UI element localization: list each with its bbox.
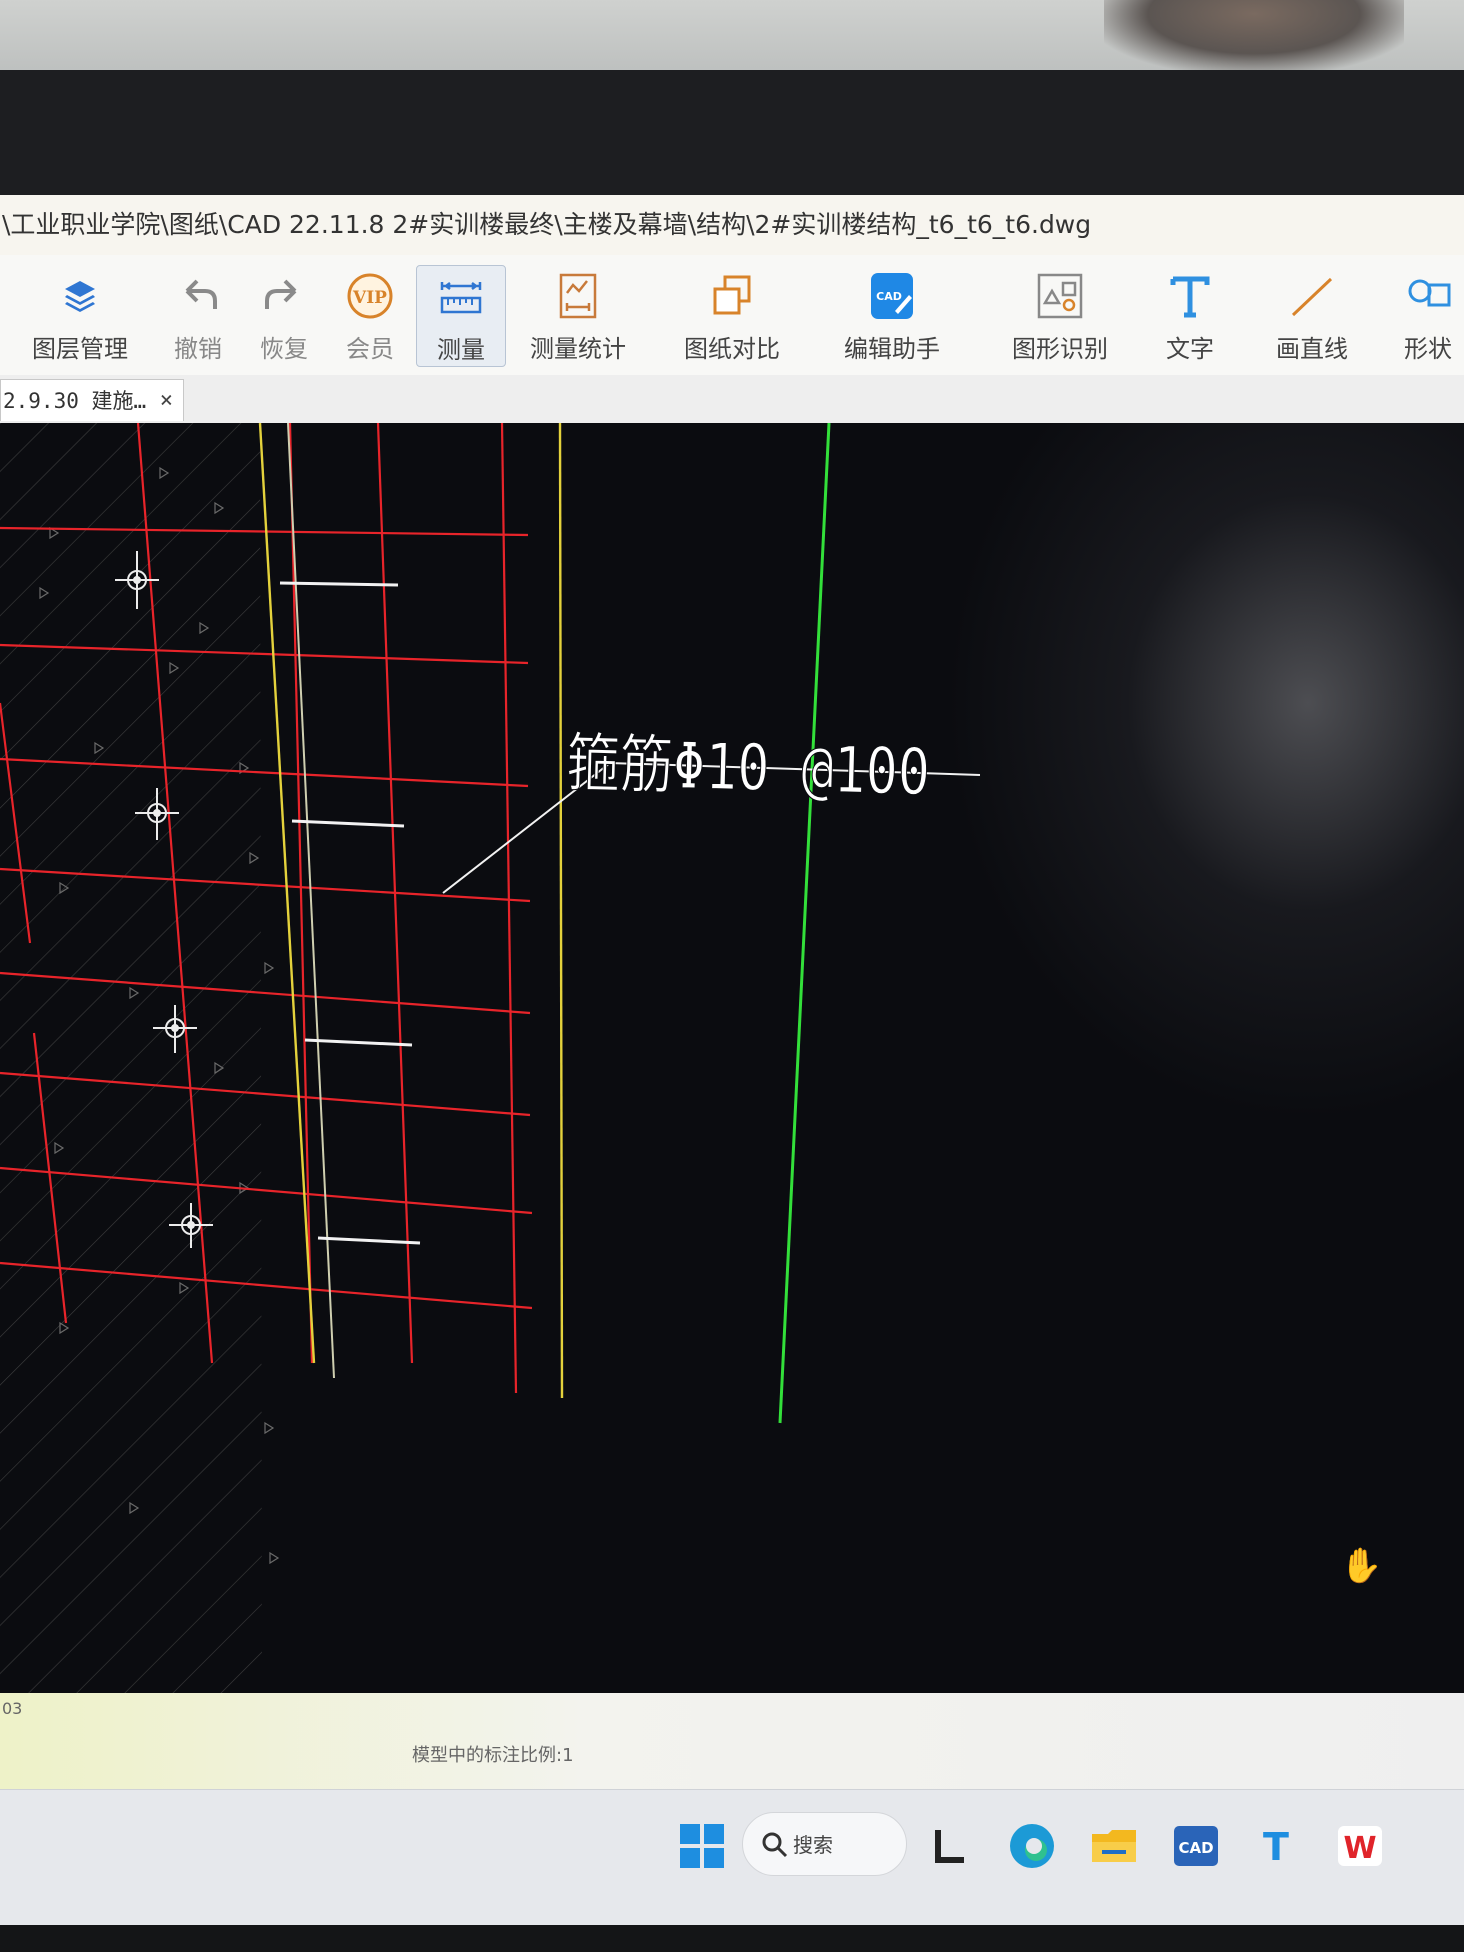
layer-manager-button[interactable]: 图层管理 (32, 265, 128, 365)
toolbar-label: 形状 (1404, 335, 1452, 363)
toolbar-label: 图形识别 (1012, 335, 1108, 363)
measure-button[interactable]: 测量 (416, 265, 506, 367)
desk-surface (0, 1925, 1464, 1952)
toolbar-label: 会员 (346, 335, 394, 363)
cad-app-icon[interactable]: CAD (1170, 1820, 1222, 1872)
toolbar-label: 恢复 (260, 335, 308, 363)
svg-text:T: T (1263, 1825, 1289, 1869)
edit-assistant-icon: CAD (871, 273, 913, 319)
annotation-scale-text: 模型中的标注比例:1 (412, 1745, 574, 1766)
text-app-icon[interactable]: T (1250, 1820, 1302, 1872)
drawing-svg: 箍筋Φ10 @100 (0, 423, 981, 1693)
toolbar-label: 编辑助手 (844, 335, 940, 363)
shape-recognition-button[interactable]: 图形识别 (1010, 265, 1110, 365)
status-coordinate: 03 (2, 1699, 23, 1718)
search-icon (762, 1832, 788, 1858)
text-button[interactable]: 文字 (1146, 265, 1234, 365)
drawing-canvas[interactable]: 箍筋Φ10 @100 ✋ (0, 423, 1464, 1693)
undo-button[interactable]: 撤销 (154, 265, 242, 365)
shape-button[interactable]: 形状 (1384, 265, 1464, 365)
toolbar-label: 画直线 (1276, 335, 1348, 363)
edit-assistant-button[interactable]: CAD 编辑助手 (842, 265, 942, 365)
measure-stats-button[interactable]: 测量统计 (528, 265, 628, 365)
toolbar-label: 文字 (1166, 335, 1214, 363)
redo-icon (265, 279, 297, 309)
shape-recognition-icon (1037, 273, 1083, 319)
status-bar: 03 模型中的标注比例:1 (0, 1693, 1464, 1789)
redo-button[interactable]: 恢复 (240, 265, 328, 365)
hatch-area (0, 423, 262, 1693)
toolbar-label: 图层管理 (32, 335, 128, 363)
windows-taskbar: 搜索 CAD T W (0, 1789, 1464, 1925)
shape-icon (1408, 279, 1451, 307)
toolbar-label: 图纸对比 (684, 335, 780, 363)
window-title: \工业职业学院\图纸\CAD 22.11.8 2#实训楼最终\主楼及幕墙\结构\… (0, 195, 1464, 255)
vip-icon: VIP (347, 273, 393, 319)
background-person (1104, 0, 1404, 70)
task-view-icon[interactable] (924, 1820, 976, 1872)
document-tab-bar: 2.9.30 建施… × (0, 375, 1464, 424)
compare-icon (713, 275, 751, 315)
svg-text:W: W (1343, 1831, 1376, 1866)
measure-icon (440, 282, 482, 314)
svg-text:CAD: CAD (876, 290, 902, 303)
document-tab[interactable]: 2.9.30 建施… × (0, 379, 184, 421)
svg-text:CAD: CAD (1178, 1839, 1213, 1857)
toolbar: 图层管理 撤销 恢复 VIP 会员 测量 测量统计 图纸对比 CAD 编辑助手 … (0, 255, 1464, 375)
close-icon[interactable]: × (160, 380, 173, 422)
draw-line-button[interactable]: 画直线 (1262, 265, 1362, 365)
edge-icon[interactable] (1006, 1820, 1058, 1872)
cad-window: \工业职业学院\图纸\CAD 22.11.8 2#实训楼最终\主楼及幕墙\结构\… (0, 195, 1464, 1925)
measure-stats-icon (559, 273, 597, 319)
taskbar-search-box[interactable]: 搜索 (742, 1812, 907, 1876)
windows-start-icon[interactable] (676, 1820, 728, 1872)
toolbar-label: 撤销 (174, 335, 222, 363)
toolbar-label: 测量统计 (530, 335, 626, 363)
yellow-lines (258, 423, 564, 1399)
rebar-annotation-text: 箍筋Φ10 @100 (565, 725, 930, 809)
compare-button[interactable]: 图纸对比 (682, 265, 782, 365)
green-axis-line (778, 423, 831, 1424)
pan-cursor-icon: ✋ (1340, 1546, 1383, 1586)
pale-lines (287, 423, 335, 1379)
layers-icon (65, 281, 95, 312)
vip-button[interactable]: VIP 会员 (326, 265, 414, 365)
wps-icon[interactable]: W (1334, 1820, 1386, 1872)
search-placeholder: 搜索 (793, 1833, 833, 1857)
file-explorer-icon[interactable] (1088, 1820, 1140, 1872)
toolbar-label: 测量 (437, 336, 485, 364)
document-tab-label: 2.9.30 建施… (3, 389, 147, 413)
undo-icon (185, 279, 217, 309)
text-icon (1170, 276, 1210, 318)
line-icon (1291, 277, 1333, 317)
svg-text:VIP: VIP (352, 288, 387, 308)
